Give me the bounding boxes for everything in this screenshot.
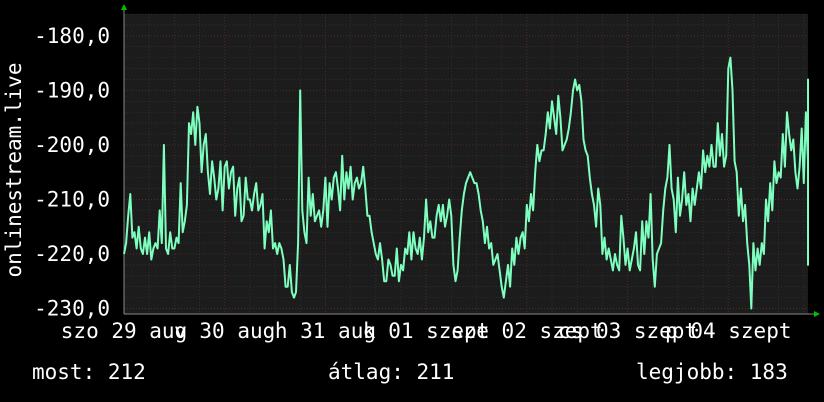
y-tick-labels: -180,0 -190,0 -200,0 -210,0 -220,0 -230,0 <box>34 24 110 321</box>
stat-average: átlag: 211 <box>328 360 455 384</box>
y-tick-label: -180,0 <box>34 24 110 48</box>
y-tick-label: -190,0 <box>34 78 110 102</box>
stat-current: most: 212 <box>32 360 146 384</box>
y-axis-label: onlinestream.live <box>2 63 26 278</box>
x-axis-arrow <box>814 311 820 317</box>
x-tick-label: szo 29 aug <box>61 319 187 343</box>
y-tick-label: -200,0 <box>34 133 110 157</box>
x-tick-label: v 30 aug <box>174 319 275 343</box>
stat-best: legjobb: 183 <box>636 360 788 384</box>
y-tick-label: -230,0 <box>34 297 110 321</box>
x-tick-labels: szo 29 augv 30 aug h 31 augk 01 szeptsze … <box>61 319 792 343</box>
y-tick-label: -220,0 <box>34 242 110 266</box>
x-tick-label: p 04 szept <box>665 319 791 343</box>
line-chart: -180,0 -190,0 -200,0 -210,0 -220,0 -230,0 szo… <box>2 4 820 343</box>
x-tick-label: h 31 aug <box>275 319 376 343</box>
y-axis-arrow <box>121 4 127 10</box>
y-tick-label: -210,0 <box>34 187 110 211</box>
